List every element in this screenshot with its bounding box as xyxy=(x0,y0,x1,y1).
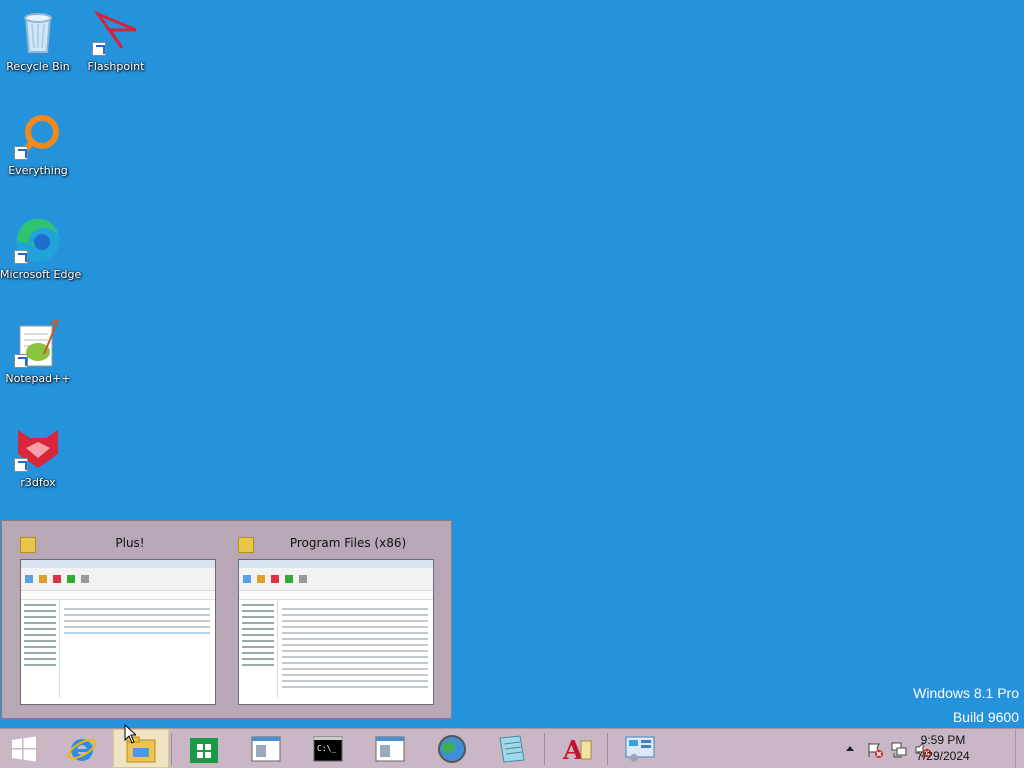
taskbar-thumbnail-popup: Plus! Program Files (x86) xyxy=(1,520,452,719)
folder-icon xyxy=(20,537,36,553)
desktop-icon-label: Everything xyxy=(8,164,68,177)
desktop-icon-notepadpp[interactable]: Notepad++ xyxy=(0,314,76,404)
window-preview xyxy=(238,559,434,705)
system-tray: 9:59 PM 7/29/2024 xyxy=(844,729,1024,768)
thumbnail-title: Plus! xyxy=(115,536,145,550)
windows-build-watermark: Build 9600 xyxy=(952,709,1019,725)
taskbar-notepad-app[interactable] xyxy=(484,729,540,768)
desktop-icon-label: Notepad++ xyxy=(5,372,71,385)
taskbar-file-explorer[interactable] xyxy=(113,729,169,768)
folder-icon xyxy=(238,537,254,553)
desktop-icon-r3dfox[interactable]: r3dfox xyxy=(0,418,76,508)
shortcut-arrow-icon xyxy=(14,146,28,160)
font-icon: A xyxy=(562,736,592,765)
desktop-icon-label: Flashpoint xyxy=(87,60,145,73)
flashpoint-icon xyxy=(92,8,140,56)
shortcut-arrow-icon xyxy=(14,354,28,368)
everything-icon xyxy=(14,112,62,160)
shortcut-arrow-icon xyxy=(92,42,106,56)
edge-icon xyxy=(14,216,62,264)
taskbar-command-prompt[interactable]: C:\_ xyxy=(300,729,356,768)
clock-time: 9:59 PM xyxy=(920,733,966,747)
action-center-flag-icon[interactable] xyxy=(866,741,883,758)
windows-logo-icon xyxy=(12,736,36,761)
mouse-cursor-icon xyxy=(124,724,136,744)
desktop-icon-everything[interactable]: Everything xyxy=(0,106,76,196)
show-hidden-icons-arrow[interactable] xyxy=(844,741,860,757)
desktop-icon-flashpoint[interactable]: Flashpoint xyxy=(78,2,154,92)
recycle-bin-icon xyxy=(14,8,62,56)
clock-date: 7/29/2024 xyxy=(916,749,970,763)
start-button[interactable] xyxy=(0,729,48,768)
thumbnail-program-files-x86[interactable]: Program Files (x86) xyxy=(238,529,438,715)
windows-edition-watermark: Windows 8.1 Pro xyxy=(913,685,1019,701)
show-desktop-button[interactable] xyxy=(1015,729,1024,768)
ie-icon xyxy=(67,738,97,761)
window-icon xyxy=(251,736,281,761)
globe-icon xyxy=(438,734,466,763)
network-icon[interactable] xyxy=(890,741,907,758)
svg-text:C:\_: C:\_ xyxy=(317,744,336,753)
shortcut-arrow-icon xyxy=(14,250,28,264)
taskbar-browser-globe[interactable] xyxy=(424,729,480,768)
taskbar-window-app-2[interactable] xyxy=(362,729,418,768)
thumbnail-plus[interactable]: Plus! xyxy=(20,529,220,715)
r3dfox-icon xyxy=(14,424,62,472)
window-preview xyxy=(20,559,216,705)
taskbar-control-panel[interactable] xyxy=(612,729,668,768)
desktop-icon-label: Recycle Bin xyxy=(6,60,70,73)
taskbar-internet-explorer[interactable] xyxy=(54,729,110,768)
desktop-icon-label: Microsoft Edge xyxy=(0,268,82,281)
taskbar-font-app[interactable]: A xyxy=(549,729,605,768)
desktop-icon-recycle-bin[interactable]: Recycle Bin xyxy=(0,2,76,92)
taskbar-window-app-1[interactable] xyxy=(238,729,294,768)
desktop-icon-label: r3dfox xyxy=(20,476,56,489)
cmd-icon: C:\_ xyxy=(313,736,343,761)
notepadpp-icon xyxy=(14,317,62,368)
thumbnail-title: Program Files (x86) xyxy=(289,536,407,550)
window-icon xyxy=(375,736,405,761)
store-icon xyxy=(190,737,218,763)
shortcut-arrow-icon xyxy=(14,458,28,472)
taskbar: C:\_ A 9:59 PM 7/29/2024 xyxy=(0,728,1024,768)
taskbar-store[interactable] xyxy=(176,729,232,768)
control-panel-icon xyxy=(625,736,655,762)
desktop-icon-microsoft-edge[interactable]: Microsoft Edge xyxy=(0,210,82,300)
taskbar-clock[interactable]: 9:59 PM 7/29/2024 xyxy=(908,732,978,764)
notepad-icon xyxy=(499,734,525,763)
